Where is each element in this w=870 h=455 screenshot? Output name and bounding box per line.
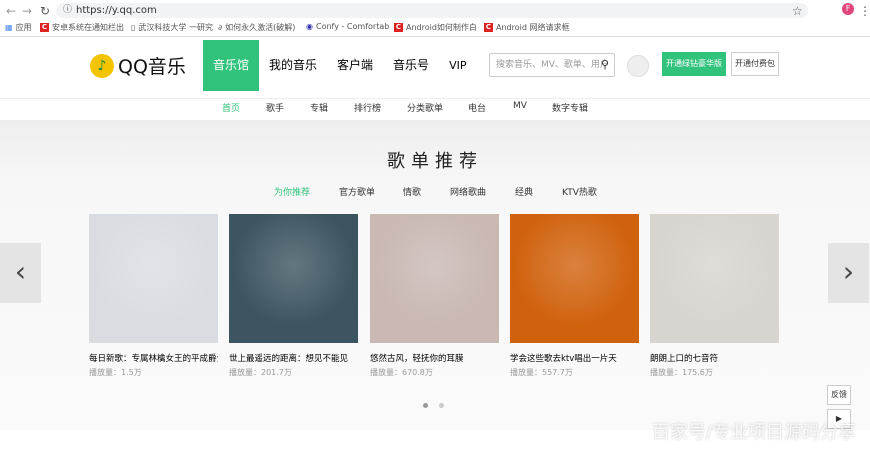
url-text: https://y.qq.com — [76, 5, 157, 16]
section-title: 歌单推荐 — [387, 151, 483, 172]
playlist-cover[interactable] — [89, 214, 218, 343]
csdn-icon: C — [394, 23, 403, 32]
main-nav: 音乐馆 我的音乐 客户端 音乐号 VIP — [203, 40, 476, 91]
play-count: 播放量：175.6万 — [650, 368, 713, 377]
playlist-title[interactable]: 每日新歌：专属林檎女王的平成爵士 — [89, 352, 218, 364]
bookmark-label: 安卓系统在通知栏出 — [52, 23, 124, 32]
info-icon: ⓘ — [63, 5, 73, 15]
playlist-title[interactable]: 学会这些歌去ktv唱出一片天 — [510, 352, 639, 364]
playlist-card[interactable]: 学会这些歌去ktv唱出一片天 播放量：557.7万 — [510, 214, 639, 378]
carousel-dots — [423, 403, 444, 408]
bookmark-site-icon: ∂ — [218, 23, 223, 32]
dot[interactable] — [439, 403, 444, 408]
tab-network-songs[interactable]: 网络歌曲 — [450, 185, 486, 198]
nav-client[interactable]: 客户端 — [327, 40, 383, 91]
bookmark-label: Android 网络请求框 — [496, 23, 570, 32]
bookmark-label: 应用 — [15, 23, 32, 32]
tab-official[interactable]: 官方歌单 — [339, 185, 375, 198]
subnav-albums[interactable]: 专辑 — [310, 101, 328, 114]
watermark: 百家号/专业项目源码分享 — [651, 422, 856, 443]
tab-classic[interactable]: 经典 — [515, 185, 533, 198]
csdn-icon: C — [40, 23, 49, 32]
play-count: 播放量：557.7万 — [510, 368, 573, 377]
nav-music-account[interactable]: 音乐号 — [383, 40, 439, 91]
search-placeholder: 搜索音乐、MV、歌单、用户 — [496, 60, 609, 70]
browser-toolbar: ← → ↻ ⓘ https://y.qq.com ☆ F ⋮ ▦ 应用 C 安卓系统在… — [0, 0, 870, 37]
bookmark[interactable]: ▯ 武汉科技大学 一研究 — [131, 22, 213, 33]
green-diamond-button[interactable]: 开通绿钻豪华版 — [662, 52, 726, 76]
subnav-digital-albums[interactable]: 数字专辑 — [552, 101, 588, 114]
site-header: ♪ QQ音乐 音乐馆 我的音乐 客户端 音乐号 VIP 搜索音乐、MV、歌单、用户… — [0, 38, 870, 91]
playlist-card[interactable]: 每日新歌：专属林檎女王的平成爵士 播放量：1.5万 — [89, 214, 218, 378]
bookmark[interactable]: C Android 网络请求框 — [484, 22, 569, 33]
prev-arrow[interactable]: ‹ — [0, 243, 41, 303]
subnav-mv[interactable]: MV — [513, 101, 527, 111]
playlist-title[interactable]: 世上最遥远的距离：想见不能见 — [229, 352, 358, 364]
sub-nav: 首页 歌手 专辑 排行榜 分类歌单 电台 MV 数字专辑 — [0, 98, 870, 114]
bookmark-label: 武汉科技大学 一研究 — [138, 23, 213, 32]
playlist-title[interactable]: 悠然古风，轻抚你的耳膜 — [370, 352, 499, 364]
logo-text: QQ音乐 — [118, 56, 186, 78]
subnav-charts[interactable]: 排行榜 — [354, 101, 381, 114]
bookmark[interactable]: ∂ 如何永久激活(破解) — [218, 22, 295, 33]
playlist-recommend-section: 歌单推荐 为你推荐 官方歌单 情歌 网络歌曲 经典 KTV热歌 每日新歌：专属林… — [0, 120, 870, 430]
tab-ktv[interactable]: KTV热歌 — [562, 185, 597, 198]
profile-avatar[interactable]: F — [842, 3, 854, 15]
address-bar[interactable]: ⓘ https://y.qq.com — [56, 3, 808, 18]
star-icon[interactable]: ☆ — [792, 4, 803, 18]
playlist-cover[interactable] — [510, 214, 639, 343]
search-input[interactable]: 搜索音乐、MV、歌单、用户 ⚲ — [489, 53, 615, 77]
playlist-card[interactable]: 世上最遥远的距离：想见不能见 播放量：201.7万 — [229, 214, 358, 378]
subnav-home[interactable]: 首页 — [222, 101, 240, 114]
playlist-title[interactable]: 朗朗上口的七音符 — [650, 352, 779, 364]
playlist-cover[interactable] — [650, 214, 779, 343]
play-count: 播放量：201.7万 — [229, 368, 292, 377]
csdn-icon: C — [484, 23, 493, 32]
dot[interactable] — [423, 403, 428, 408]
bookmark-label: Confy - Comfortab — [315, 22, 390, 31]
apps-icon: ▦ — [5, 23, 13, 32]
bookmark[interactable]: C Android如何制作白 — [394, 22, 477, 33]
nav-vip[interactable]: VIP — [439, 40, 476, 91]
play-count: 播放量：1.5万 — [89, 368, 142, 377]
subnav-playlists[interactable]: 分类歌单 — [407, 101, 443, 114]
search-icon[interactable]: ⚲ — [601, 54, 609, 76]
pay-package-button[interactable]: 开通付费包 — [731, 52, 779, 76]
reload-icon[interactable]: ↻ — [40, 4, 50, 18]
tab-love-songs[interactable]: 情歌 — [403, 185, 421, 198]
tab-for-you[interactable]: 为你推荐 — [274, 185, 310, 198]
bookmark-label: Android如何制作白 — [406, 23, 477, 32]
bookmark[interactable]: ◉ Confy - Comfortab — [306, 22, 389, 31]
playlist-card[interactable]: 朗朗上口的七音符 播放量：175.6万 — [650, 214, 779, 378]
menu-icon[interactable]: ⋮ — [859, 4, 870, 18]
user-avatar[interactable] — [627, 55, 649, 77]
play-count: 播放量：670.8万 — [370, 368, 433, 377]
subnav-singers[interactable]: 歌手 — [266, 101, 284, 114]
page-icon: ▯ — [131, 23, 136, 32]
music-note-icon: ♪ — [90, 53, 114, 78]
subnav-radio[interactable]: 电台 — [468, 101, 486, 114]
nav-music-hall[interactable]: 音乐馆 — [203, 40, 260, 91]
bookmark-apps[interactable]: ▦ 应用 — [5, 22, 32, 33]
bookmark[interactable]: C 安卓系统在通知栏出 — [40, 22, 124, 33]
logo[interactable]: ♪ QQ音乐 — [90, 52, 186, 79]
playlist-card[interactable]: 悠然古风，轻抚你的耳膜 播放量：670.8万 — [370, 214, 499, 378]
confy-icon: ◉ — [306, 22, 313, 31]
forward-icon[interactable]: → — [22, 4, 32, 18]
playlist-cover[interactable] — [370, 214, 499, 343]
nav-my-music[interactable]: 我的音乐 — [259, 40, 327, 91]
next-arrow[interactable]: › — [828, 243, 869, 303]
back-icon[interactable]: ← — [6, 4, 16, 18]
playlist-cover[interactable] — [229, 214, 358, 343]
bookmark-label: 如何永久激活(破解) — [225, 23, 296, 32]
feedback-button[interactable]: 反馈 — [827, 385, 851, 405]
